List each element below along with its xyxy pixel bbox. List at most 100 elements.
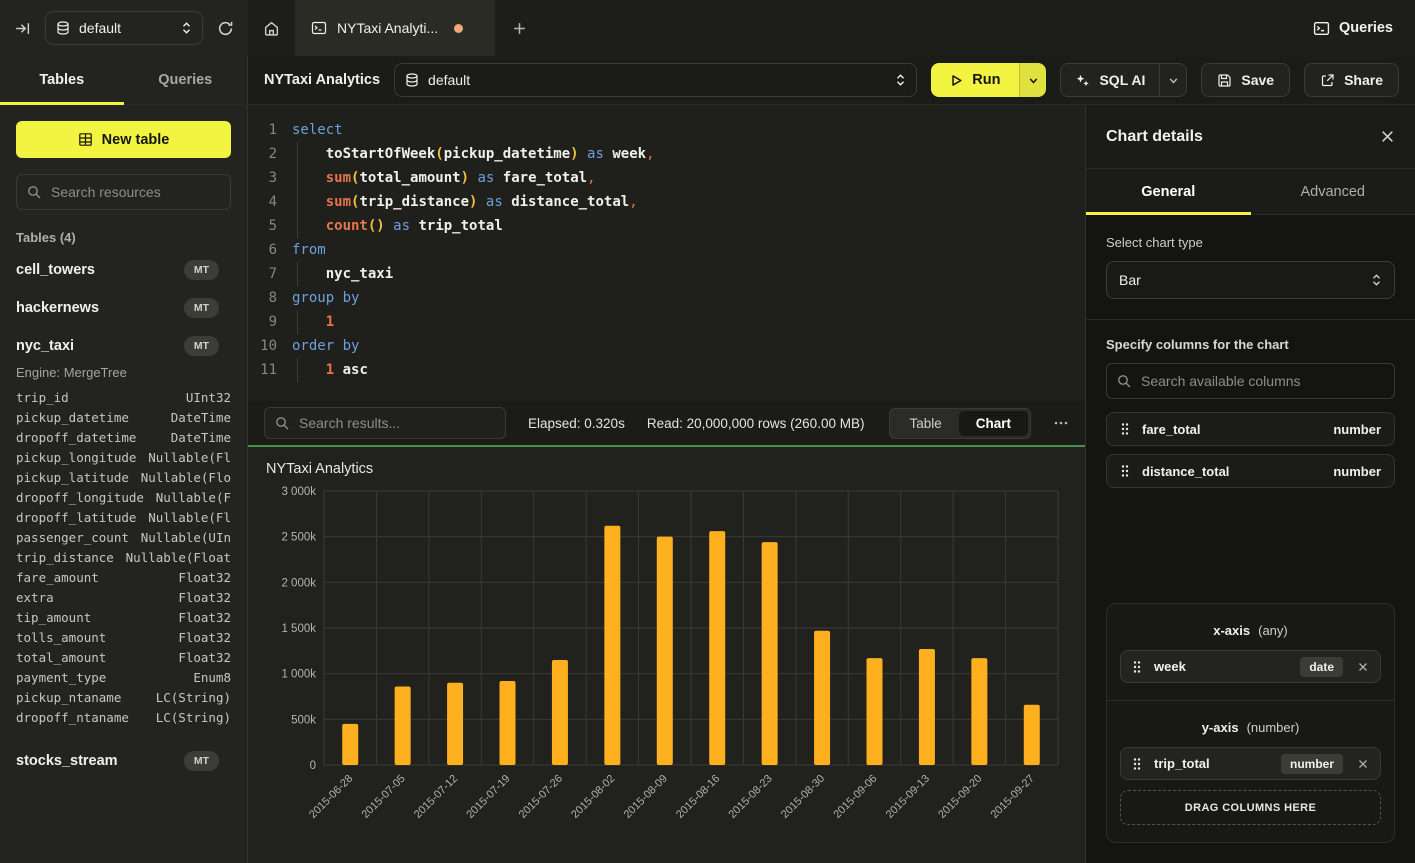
tables-section-label: Tables (4) [16,230,231,245]
chart-details-tabs: General Advanced [1086,169,1415,215]
table-row[interactable]: hackernewsMT [0,289,247,327]
view-toggle-table[interactable]: Table [892,411,958,436]
x-axis-column-type: date [1300,657,1343,677]
column-row: dropoff_datetimeDateTime [0,428,247,448]
column-row: pickup_ntanameLC(String) [0,688,247,708]
y-axis-column-name: trip_total [1154,756,1210,771]
bar-chart: 0500k1 000k1 500k2 000k2 500k3 000k2015-… [266,483,1067,855]
column-row: trip_distanceNullable(Float [0,548,247,568]
sql-ai-options-button[interactable] [1159,64,1186,96]
home-icon [263,20,280,37]
chart-type-value: Bar [1119,272,1141,288]
drag-columns-dropzone[interactable]: DRAG COLUMNS HERE [1120,790,1381,825]
svg-text:2015-06-28: 2015-06-28 [307,773,355,821]
column-row: dropoff_longitudeNullable(F [0,488,247,508]
chevron-updown-icon [895,73,906,87]
column-row: trip_idUInt32 [0,388,247,408]
table-name: stocks_stream [16,753,184,769]
sql-ai-button[interactable]: SQL AI [1061,64,1159,96]
results-bar: Elapsed: 0.320s Read: 20,000,000 rows (2… [248,401,1085,445]
svg-text:1 000k: 1 000k [281,669,316,681]
save-button[interactable]: Save [1201,63,1290,97]
view-toggle-chart[interactable]: Chart [959,411,1028,436]
available-column-chip[interactable]: distance_totalnumber [1106,454,1395,488]
search-columns-input[interactable] [1106,363,1395,399]
run-button[interactable]: Run [931,63,1019,97]
svg-text:2015-07-12: 2015-07-12 [412,773,460,821]
column-row: extraFloat32 [0,588,247,608]
svg-text:2015-09-06: 2015-09-06 [831,773,879,821]
new-table-label: New table [102,132,170,148]
drag-handle-icon[interactable] [1120,422,1130,436]
run-options-button[interactable] [1019,63,1046,97]
sidebar-tab-queries[interactable]: Queries [124,56,248,104]
search-icon [1117,374,1131,388]
database-selector[interactable]: default [45,11,203,45]
chart-type-select[interactable]: Bar [1106,261,1395,299]
queries-button[interactable]: Queries [1313,20,1393,37]
svg-text:2015-07-26: 2015-07-26 [517,773,565,821]
table-row[interactable]: nyc_taxiMT [0,327,247,365]
query-toolbar: NYTaxi Analytics default Run [248,56,1415,104]
table-row[interactable]: stocks_streamMT [0,742,247,780]
chevron-updown-icon [1371,273,1382,287]
app-window: default NYTaxi Analyti... [0,0,1415,863]
run-button-label: Run [972,72,1000,88]
more-options-icon[interactable] [1053,415,1069,431]
save-icon [1217,73,1232,88]
table-name: nyc_taxi [16,338,184,354]
new-tab-button[interactable] [495,0,543,56]
svg-text:2015-08-02: 2015-08-02 [569,773,617,821]
toolbar-database-value: default [428,72,886,88]
svg-text:2015-07-19: 2015-07-19 [464,773,512,821]
tab-general[interactable]: General [1086,169,1251,214]
column-row: tolls_amountFloat32 [0,628,247,648]
search-results-input[interactable] [264,407,506,439]
table-name: hackernews [16,300,184,316]
y-axis-column-chip[interactable]: trip_total number [1120,747,1381,780]
collapse-sidebar-icon[interactable] [14,20,31,37]
share-button[interactable]: Share [1304,63,1399,97]
new-table-button[interactable]: New table [16,121,231,158]
tab-strip: NYTaxi Analyti... [248,0,1291,56]
chevron-updown-icon [181,21,192,35]
sidebar-tab-tables[interactable]: Tables [0,56,124,104]
axis-configuration: x-axis (any) week date [1106,603,1395,843]
y-axis-section: y-axis (number) trip_total number [1107,700,1394,842]
refresh-icon[interactable] [217,20,234,37]
unsaved-changes-dot [454,24,463,33]
table-name: cell_towers [16,262,184,278]
y-axis-label: y-axis [1202,720,1239,735]
column-type: number [1333,422,1381,437]
remove-column-icon[interactable] [1355,758,1369,770]
query-terminal-icon [311,20,327,36]
column-row: pickup_longitudeNullable(Fl [0,448,247,468]
view-toggle: Table Chart [889,408,1031,439]
chart-container: NYTaxi Analytics 0500k1 000k1 500k2 000k… [248,445,1085,863]
drag-handle-icon[interactable] [1132,757,1142,771]
columns-label: Specify columns for the chart [1106,337,1395,352]
table-row[interactable]: cell_towersMT [0,251,247,289]
drag-handle-icon[interactable] [1132,660,1142,674]
close-icon[interactable] [1380,129,1395,144]
code-line: 2 toStartOfWeek(pickup_datetime) as week… [248,142,1085,166]
tab-nytaxi-analytics[interactable]: NYTaxi Analyti... [295,0,495,56]
column-row: fare_amountFloat32 [0,568,247,588]
chevron-down-icon [1168,75,1179,86]
share-button-label: Share [1344,72,1383,88]
toolbar-database-selector[interactable]: default [394,63,917,97]
database-icon [405,73,419,88]
tab-advanced[interactable]: Advanced [1251,169,1415,214]
queries-terminal-icon [1313,20,1330,37]
remove-column-icon[interactable] [1355,661,1369,673]
available-column-chip[interactable]: fare_totalnumber [1106,412,1395,446]
drag-handle-icon[interactable] [1120,464,1130,478]
svg-text:2015-08-30: 2015-08-30 [779,773,827,821]
sparkles-icon [1075,73,1090,88]
plus-icon [512,21,527,36]
search-resources-input[interactable] [16,174,231,210]
svg-text:1 500k: 1 500k [281,623,316,635]
sql-editor[interactable]: 1select2 toStartOfWeek(pickup_datetime) … [248,105,1085,401]
x-axis-column-chip[interactable]: week date [1120,650,1381,683]
home-tab[interactable] [248,0,295,56]
